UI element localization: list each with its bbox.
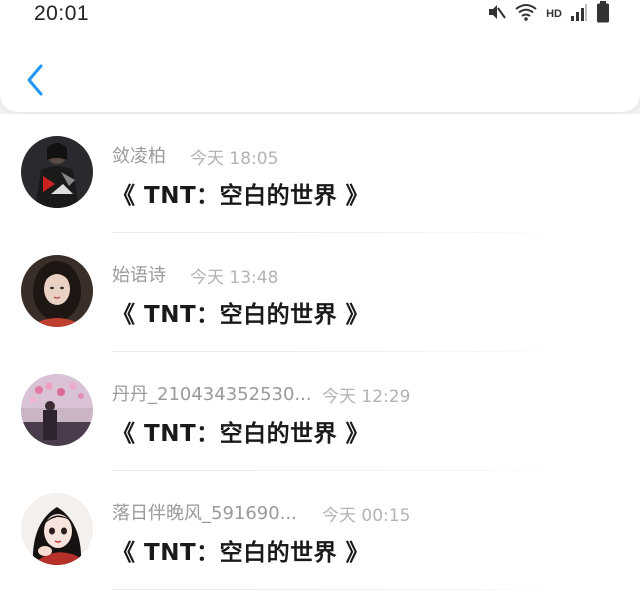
- status-icons: HD: [486, 1, 610, 27]
- signal-icon: [570, 2, 588, 26]
- avatar[interactable]: [21, 374, 93, 446]
- status-time: 20:01: [34, 2, 90, 25]
- avatar[interactable]: [21, 136, 93, 208]
- sender-name: 敛凌柏: [112, 146, 166, 167]
- wifi-icon: [514, 2, 538, 26]
- message-text: 《 TNT：空白的世界 》: [112, 421, 370, 447]
- sender-name: 始语诗: [112, 265, 166, 286]
- back-button[interactable]: [18, 60, 52, 100]
- list-item[interactable]: 落日伴晚风_591690... 今天 00:15 《 TNT：空白的世界 》: [0, 471, 640, 590]
- divider: [112, 589, 560, 590]
- sender-name: 落日伴晚风_591690...: [112, 503, 297, 524]
- sender-name: 丹丹_210434352530...: [112, 384, 312, 405]
- list-item[interactable]: 始语诗 今天 13:48 《 TNT：空白的世界 》: [0, 233, 640, 352]
- list-item[interactable]: 丹丹_210434352530... 今天 12:29 《 TNT：空白的世界 …: [0, 352, 640, 471]
- message-text: 《 TNT：空白的世界 》: [112, 540, 370, 566]
- message-time: 今天 00:15: [322, 506, 411, 526]
- avatar[interactable]: [21, 493, 93, 565]
- message-time: 今天 18:05: [190, 149, 279, 169]
- battery-icon: [596, 1, 610, 27]
- network-type-label: HD: [546, 8, 562, 20]
- message-list: 敛凌柏 今天 18:05 《 TNT：空白的世界 》 始语诗 今天 13:48 …: [0, 114, 640, 594]
- list-item[interactable]: 敛凌柏 今天 18:05 《 TNT：空白的世界 》: [0, 114, 640, 233]
- message-text: 《 TNT：空白的世界 》: [112, 302, 370, 328]
- message-time: 今天 12:29: [322, 387, 411, 407]
- message-time: 今天 13:48: [190, 268, 279, 288]
- message-text: 《 TNT：空白的世界 》: [112, 183, 370, 209]
- chevron-left-icon: [27, 64, 43, 96]
- avatar[interactable]: [21, 255, 93, 327]
- mute-icon: [486, 2, 506, 26]
- top-bar: 20:01 HD: [0, 0, 640, 112]
